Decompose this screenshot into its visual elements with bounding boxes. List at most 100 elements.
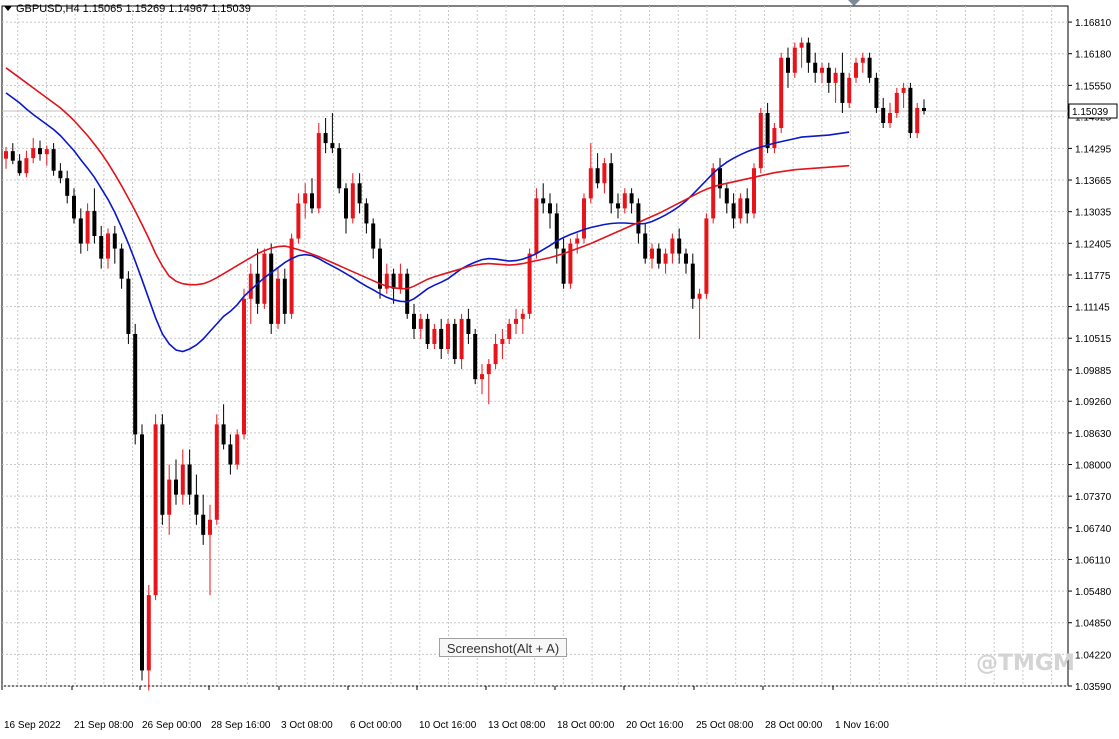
candle-body bbox=[690, 263, 695, 299]
candle-body bbox=[922, 107, 926, 111]
candle-body bbox=[330, 143, 335, 149]
candle-body bbox=[650, 248, 654, 259]
candle-body bbox=[242, 298, 246, 435]
candle-body bbox=[507, 323, 512, 339]
candle-body bbox=[813, 62, 818, 73]
candle-body bbox=[303, 193, 308, 204]
candle-body bbox=[663, 253, 668, 264]
candle-body bbox=[310, 193, 314, 209]
x-tick-label: 6 Oct 00:00 bbox=[350, 720, 402, 731]
candle-body bbox=[622, 193, 627, 209]
candle-body bbox=[337, 148, 342, 189]
candle-body bbox=[412, 313, 416, 329]
screenshot-tooltip[interactable]: Screenshot(Alt + A) bbox=[439, 638, 567, 657]
candle-body bbox=[779, 57, 784, 129]
close-value: 1.15039 bbox=[211, 3, 251, 15]
chart-svg[interactable]: 1.168101.161801.155501.149251.142951.136… bbox=[0, 0, 1119, 734]
candle-body bbox=[616, 203, 620, 209]
candle-body bbox=[765, 112, 770, 149]
candle-body bbox=[214, 424, 219, 520]
chart-shift-marker-icon[interactable] bbox=[848, 0, 860, 6]
candle-body bbox=[677, 238, 682, 254]
candle-body bbox=[541, 198, 546, 204]
high-value: 1.15269 bbox=[125, 3, 166, 15]
x-tick-label: 16 Sep 2022 bbox=[4, 720, 61, 731]
candle-body bbox=[221, 424, 226, 445]
x-tick-label: 26 Sep 00:00 bbox=[142, 720, 202, 731]
candle-body bbox=[738, 198, 743, 219]
candle-body bbox=[486, 364, 491, 375]
candle-body bbox=[119, 248, 124, 279]
symbol-label: GBPUSD,H4 bbox=[16, 3, 80, 15]
candle-body bbox=[106, 233, 110, 259]
x-tick-label: 25 Oct 08:00 bbox=[696, 720, 754, 731]
candle-body bbox=[636, 203, 641, 234]
candle-body bbox=[201, 514, 206, 535]
y-tick-label: 1.10515 bbox=[1075, 334, 1112, 345]
candle-body bbox=[187, 464, 192, 495]
chart-area[interactable]: 1.168101.161801.155501.149251.142951.136… bbox=[0, 0, 1119, 734]
candle-body bbox=[575, 238, 580, 244]
candle-body bbox=[724, 188, 729, 204]
candle-body bbox=[180, 464, 185, 495]
candle-body bbox=[371, 223, 376, 249]
candle-body bbox=[874, 77, 879, 108]
dropdown-arrow-icon[interactable] bbox=[4, 6, 12, 11]
candle-body bbox=[656, 248, 661, 264]
candle-body bbox=[17, 160, 22, 174]
candle-body bbox=[758, 112, 763, 169]
candle-body bbox=[670, 238, 675, 254]
candle-body bbox=[881, 107, 886, 124]
candle-body bbox=[398, 273, 403, 289]
candle-body bbox=[867, 57, 872, 78]
candle-body bbox=[595, 168, 600, 184]
x-tick-label: 21 Sep 08:00 bbox=[74, 720, 134, 731]
candle-body bbox=[194, 494, 199, 515]
candle-body bbox=[140, 434, 144, 671]
candle-body bbox=[72, 195, 76, 219]
low-value: 1.14967 bbox=[168, 3, 209, 15]
candle-body bbox=[548, 203, 552, 214]
candle-body bbox=[289, 238, 294, 314]
candle-body bbox=[44, 149, 49, 155]
candle-body bbox=[514, 318, 518, 324]
candle-body bbox=[282, 278, 287, 314]
candle-body bbox=[432, 328, 437, 344]
y-tick-label: 1.11145 bbox=[1075, 303, 1110, 314]
candle-body bbox=[480, 374, 484, 380]
x-tick-label: 18 Oct 00:00 bbox=[557, 720, 615, 731]
candle-body bbox=[629, 193, 634, 204]
candle-body bbox=[126, 278, 131, 334]
y-tick-label: 1.13035 bbox=[1075, 208, 1112, 219]
candle-body bbox=[908, 87, 913, 134]
candle-body bbox=[806, 42, 811, 63]
candle-body bbox=[344, 188, 348, 219]
y-tick-label: 1.08000 bbox=[1075, 461, 1112, 472]
candle-body bbox=[466, 318, 471, 334]
candle-body bbox=[357, 183, 362, 204]
candle-body bbox=[860, 57, 865, 63]
candle-body bbox=[405, 273, 410, 314]
y-tick-label: 1.04220 bbox=[1075, 650, 1112, 661]
candle-body bbox=[826, 67, 831, 83]
candle-body bbox=[208, 519, 212, 535]
y-tick-label: 1.09885 bbox=[1075, 366, 1112, 377]
candle-body bbox=[643, 233, 648, 259]
candle-body bbox=[446, 323, 450, 350]
x-tick-label: 1 Nov 16:00 bbox=[835, 720, 889, 731]
candle-body bbox=[915, 107, 920, 134]
y-tick-label: 1.16180 bbox=[1075, 50, 1112, 61]
candle-body bbox=[568, 243, 573, 284]
candle-body bbox=[146, 595, 151, 671]
y-tick-label: 1.09260 bbox=[1075, 397, 1112, 408]
candle-body bbox=[316, 133, 321, 209]
y-tick-label: 1.11775 bbox=[1075, 271, 1111, 282]
candle-body bbox=[418, 318, 423, 329]
candle-body bbox=[31, 148, 36, 159]
candle-body bbox=[799, 42, 804, 48]
candle-body bbox=[269, 253, 274, 324]
candle-body bbox=[534, 198, 539, 254]
y-tick-label: 1.05480 bbox=[1075, 587, 1112, 598]
candle-body bbox=[235, 434, 240, 465]
candle-body bbox=[133, 333, 138, 435]
